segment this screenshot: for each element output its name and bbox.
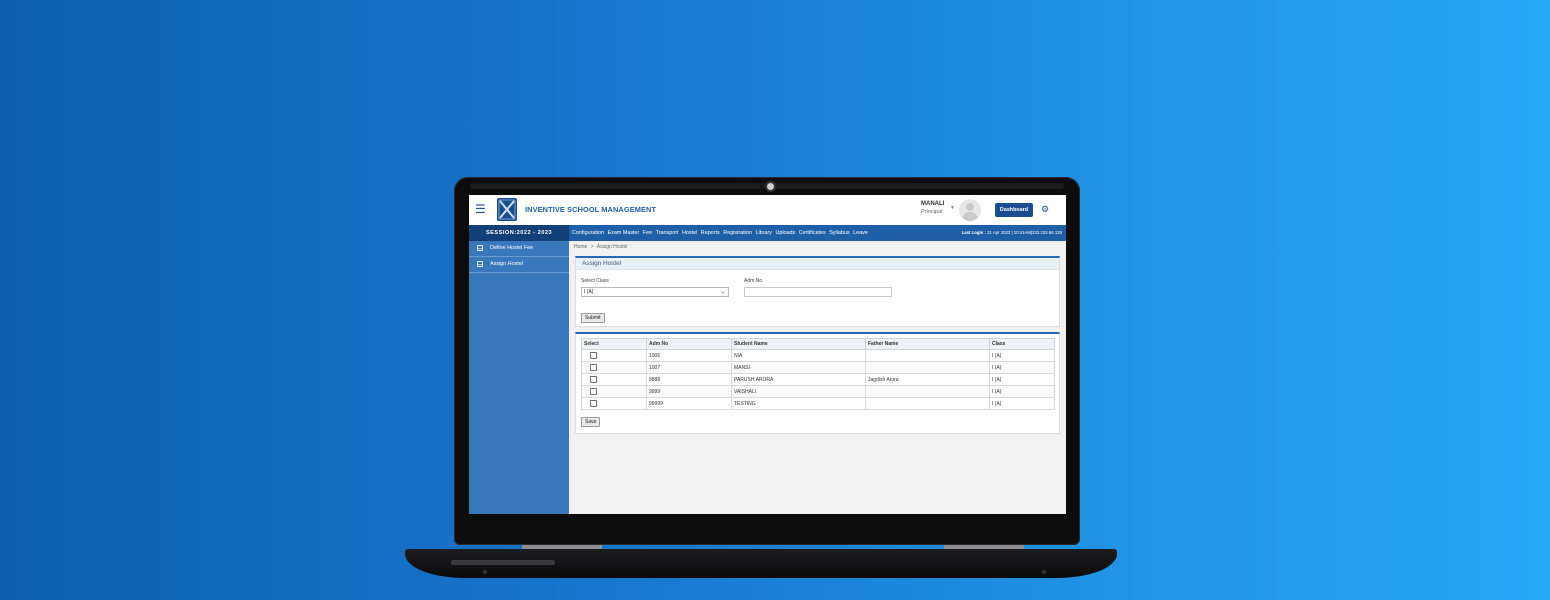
last-login-value: 21 Apr 2023 | 10:41AM|223.233.66.126	[987, 230, 1062, 235]
table-row: 1006 NIA I (A)	[581, 349, 1055, 362]
row-checkbox[interactable]	[590, 364, 597, 371]
student-name-cell: MANSI	[731, 361, 866, 374]
class-select-value: I (A)	[584, 289, 594, 295]
table-row: 99999 TESTING I (A)	[581, 397, 1055, 410]
col-adm-no: Adm No	[646, 338, 732, 350]
row-select-cell	[581, 349, 647, 362]
row-checkbox[interactable]	[590, 388, 597, 395]
laptop-base-slot	[451, 560, 555, 565]
menu-item-reports[interactable]: Reports	[701, 225, 723, 241]
menu-item-syllabus[interactable]: Syllabus	[829, 225, 852, 241]
dashboard-button[interactable]: Dashboard	[995, 203, 1033, 217]
father-name-cell	[865, 385, 990, 398]
table-row: 1007 MANSI I (A)	[581, 361, 1055, 374]
students-panel: Select Adm No Student Name Father Name C…	[575, 332, 1060, 434]
sidebar-item-label: Define Hostel Fee	[490, 245, 534, 251]
student-name-cell: VAISHALI	[731, 385, 866, 398]
student-name-cell: PARUSH ARORA	[731, 373, 866, 386]
school-logo	[497, 198, 517, 221]
adm-no-cell: 99999	[646, 397, 732, 410]
class-cell: I (A)	[989, 349, 1055, 362]
laptop-foot-right	[1042, 570, 1046, 574]
save-button[interactable]: Save	[581, 417, 601, 427]
adm-no-cell: 8888	[646, 373, 732, 386]
menu-item-library[interactable]: Library	[755, 225, 774, 241]
app-title: INVENTIVE SCHOOL MANAGEMENT	[525, 205, 657, 214]
sidebar-item-assign-hostel[interactable]: Assign Hostel	[469, 257, 569, 273]
avatar[interactable]	[959, 199, 981, 221]
row-checkbox[interactable]	[590, 352, 597, 359]
adm-no-input[interactable]	[744, 287, 892, 297]
father-name-cell	[865, 397, 990, 410]
menu-item-configuration[interactable]: Configuration	[572, 225, 607, 241]
assign-hostel-form: Assign Hostel Select Class I (A) ⌄ Adm N…	[575, 256, 1060, 327]
breadcrumb-current: Assign Hostel	[596, 244, 628, 250]
gear-icon[interactable]: ⚙	[1041, 204, 1049, 214]
table-row: 8888 PARUSH ARORA Jagdish Arora I (A)	[581, 373, 1055, 386]
chevron-down-icon[interactable]: ▼	[950, 205, 955, 211]
table-row: 9999 VAISHALI I (A)	[581, 385, 1055, 398]
student-name-cell: NIA	[731, 349, 866, 362]
adm-no-cell: 9999	[646, 385, 732, 398]
col-student-name: Student Name	[731, 338, 866, 350]
adm-no-cell: 1007	[646, 361, 732, 374]
menu-item-registration[interactable]: Registration	[723, 225, 755, 241]
app-header: ☰ INVENTIVE SCHOOL MANAGEMENT MANALI Pri…	[469, 195, 1066, 226]
menu-item-uploads[interactable]: Uploads	[775, 225, 798, 241]
menu-item-certificates[interactable]: Certificates	[799, 225, 829, 241]
menu-item-transport[interactable]: Transport	[656, 225, 682, 241]
menu-item-exam-master[interactable]: Exam Master	[608, 225, 643, 241]
webcam-icon	[767, 183, 774, 190]
breadcrumb-separator: >	[590, 244, 594, 250]
laptop-base	[405, 549, 1117, 578]
col-father-name: Father Name	[865, 338, 990, 350]
last-login-label: Last Login :	[961, 230, 986, 235]
father-name-cell	[865, 361, 990, 374]
student-name-cell: TESTING	[731, 397, 866, 410]
students-table: Select Adm No Student Name Father Name C…	[581, 338, 1055, 410]
menu-item-hostel[interactable]: Hostel	[682, 225, 700, 241]
last-login: Last Login : 21 Apr 2023 | 10:41AM|223.2…	[962, 225, 1062, 241]
class-cell: I (A)	[989, 373, 1055, 386]
father-name-cell: Jagdish Arora	[865, 373, 990, 386]
main-navbar: SESSION:2022 - 2023 Configuration Exam M…	[469, 225, 1066, 241]
row-select-cell	[581, 385, 647, 398]
sidebar-item-label: Assign Hostel	[490, 261, 523, 267]
row-select-cell	[581, 361, 647, 374]
adm-no-label: Adm No.	[744, 278, 764, 284]
sidebar: Define Hostel Fee Assign Hostel	[469, 241, 569, 514]
class-cell: I (A)	[989, 385, 1055, 398]
table-icon	[477, 261, 483, 267]
class-cell: I (A)	[989, 397, 1055, 410]
menu-item-fee[interactable]: Fee	[643, 225, 655, 241]
main-menu: Configuration Exam Master Fee Transport …	[572, 225, 871, 241]
table-header-row: Select Adm No Student Name Father Name C…	[581, 338, 1055, 350]
class-select[interactable]: I (A) ⌄	[581, 287, 729, 297]
sidebar-item-define-hostel-fee[interactable]: Define Hostel Fee	[469, 241, 569, 257]
breadcrumb-home[interactable]: Home	[574, 244, 587, 250]
laptop-foot-left	[483, 570, 487, 574]
page-title: Assign Hostel	[576, 258, 1059, 270]
row-checkbox[interactable]	[590, 376, 597, 383]
user-role: Principal	[921, 209, 943, 215]
table-icon	[477, 245, 483, 251]
laptop-screen: ☰ INVENTIVE SCHOOL MANAGEMENT MANALI Pri…	[469, 195, 1066, 514]
adm-no-cell: 1006	[646, 349, 732, 362]
row-checkbox[interactable]	[590, 400, 597, 407]
user-name[interactable]: MANALI	[921, 201, 944, 207]
menu-item-leave[interactable]: Leave	[853, 225, 871, 241]
breadcrumb: Home > Assign Hostel	[574, 244, 629, 250]
father-name-cell	[865, 349, 990, 362]
row-select-cell	[581, 397, 647, 410]
col-class: Class	[989, 338, 1055, 350]
chevron-down-icon: ⌄	[720, 289, 725, 295]
select-class-label: Select Class	[581, 278, 609, 284]
submit-button[interactable]: Submit	[581, 313, 605, 323]
col-select: Select	[581, 338, 647, 350]
session-label: SESSION:2022 - 2023	[469, 225, 569, 241]
row-select-cell	[581, 373, 647, 386]
hamburger-icon[interactable]: ☰	[475, 203, 486, 215]
main-content: Home > Assign Hostel Assign Hostel Selec…	[569, 241, 1066, 514]
class-cell: I (A)	[989, 361, 1055, 374]
